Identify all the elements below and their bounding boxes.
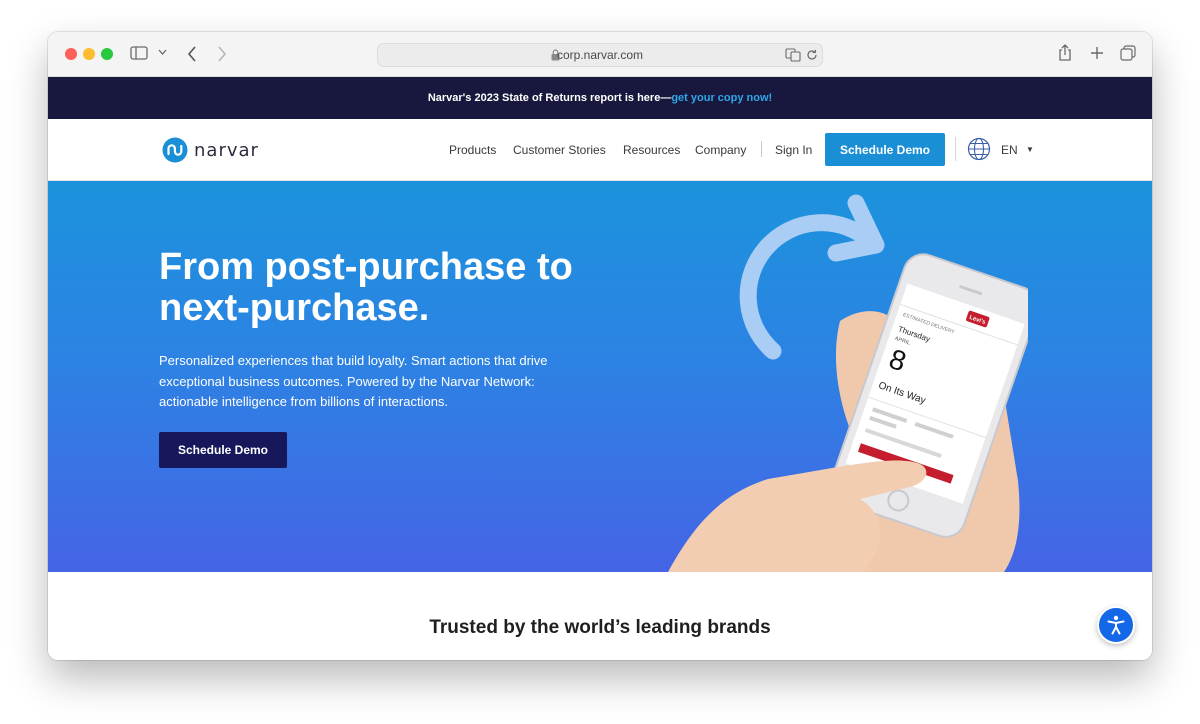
- reload-icon[interactable]: [806, 49, 818, 61]
- new-tab-icon[interactable]: [1090, 46, 1104, 60]
- minimize-window-button[interactable]: [83, 48, 95, 60]
- address-bar[interactable]: corp.narvar.com: [377, 43, 823, 67]
- hero-schedule-demo-button[interactable]: Schedule Demo: [159, 432, 287, 468]
- announcement-bar: Narvar's 2023 State of Returns report is…: [48, 77, 1152, 119]
- zoom-window-button[interactable]: [101, 48, 113, 60]
- back-icon[interactable]: [187, 46, 197, 62]
- nav-company[interactable]: Company: [695, 143, 746, 157]
- language-selector[interactable]: EN: [1001, 143, 1018, 157]
- translate-icon[interactable]: [785, 48, 801, 62]
- trusted-heading: Trusted by the world’s leading brands: [429, 617, 771, 638]
- narvar-logo[interactable]: narvar: [162, 137, 259, 163]
- announcement-link[interactable]: get your copy now!: [671, 92, 772, 104]
- globe-icon[interactable]: [967, 137, 991, 161]
- narvar-logo-icon: [162, 137, 188, 163]
- hero-title: From post-purchase to next-purchase.: [159, 246, 573, 329]
- sidebar-icon[interactable]: [130, 46, 148, 60]
- browser-toolbar: corp.narvar.com: [48, 32, 1152, 77]
- nav-divider: [761, 141, 762, 157]
- browser-window: corp.narvar.com Narvar's 2023 State of R…: [48, 32, 1152, 660]
- hero-subtitle: Personalized experiences that build loya…: [159, 353, 548, 409]
- chevron-down-icon[interactable]: [158, 49, 167, 56]
- nav-resources[interactable]: Resources: [623, 143, 680, 157]
- logo-wordmark: narvar: [194, 139, 259, 161]
- nav-divider-2: [955, 137, 956, 161]
- url-text: corp.narvar.com: [556, 48, 644, 62]
- nav-sign-in[interactable]: Sign In: [775, 143, 812, 157]
- announcement-text: Narvar's 2023 State of Returns report is…: [427, 92, 672, 104]
- accessibility-icon: [1107, 615, 1125, 635]
- hero-section: From post-purchase to next-purchase. Per…: [48, 181, 1152, 572]
- trusted-section: Trusted by the world’s leading brands: [48, 572, 1152, 660]
- nav-products[interactable]: Products: [449, 143, 496, 157]
- hero-phone-illustration: Levi's ESTIMATED DELIVERY Thursday APRIL…: [668, 194, 1028, 572]
- nav-schedule-demo-button[interactable]: Schedule Demo: [825, 133, 945, 166]
- tab-overview-icon[interactable]: [1120, 45, 1136, 61]
- nav-customer-stories[interactable]: Customer Stories: [513, 143, 606, 157]
- main-navbar: narvar Products Customer Stories Resourc…: [48, 119, 1152, 181]
- share-icon[interactable]: [1058, 44, 1072, 62]
- caret-down-icon[interactable]: ▼: [1026, 145, 1034, 154]
- forward-icon[interactable]: [217, 46, 227, 62]
- accessibility-button[interactable]: [1097, 606, 1135, 644]
- close-window-button[interactable]: [65, 48, 77, 60]
